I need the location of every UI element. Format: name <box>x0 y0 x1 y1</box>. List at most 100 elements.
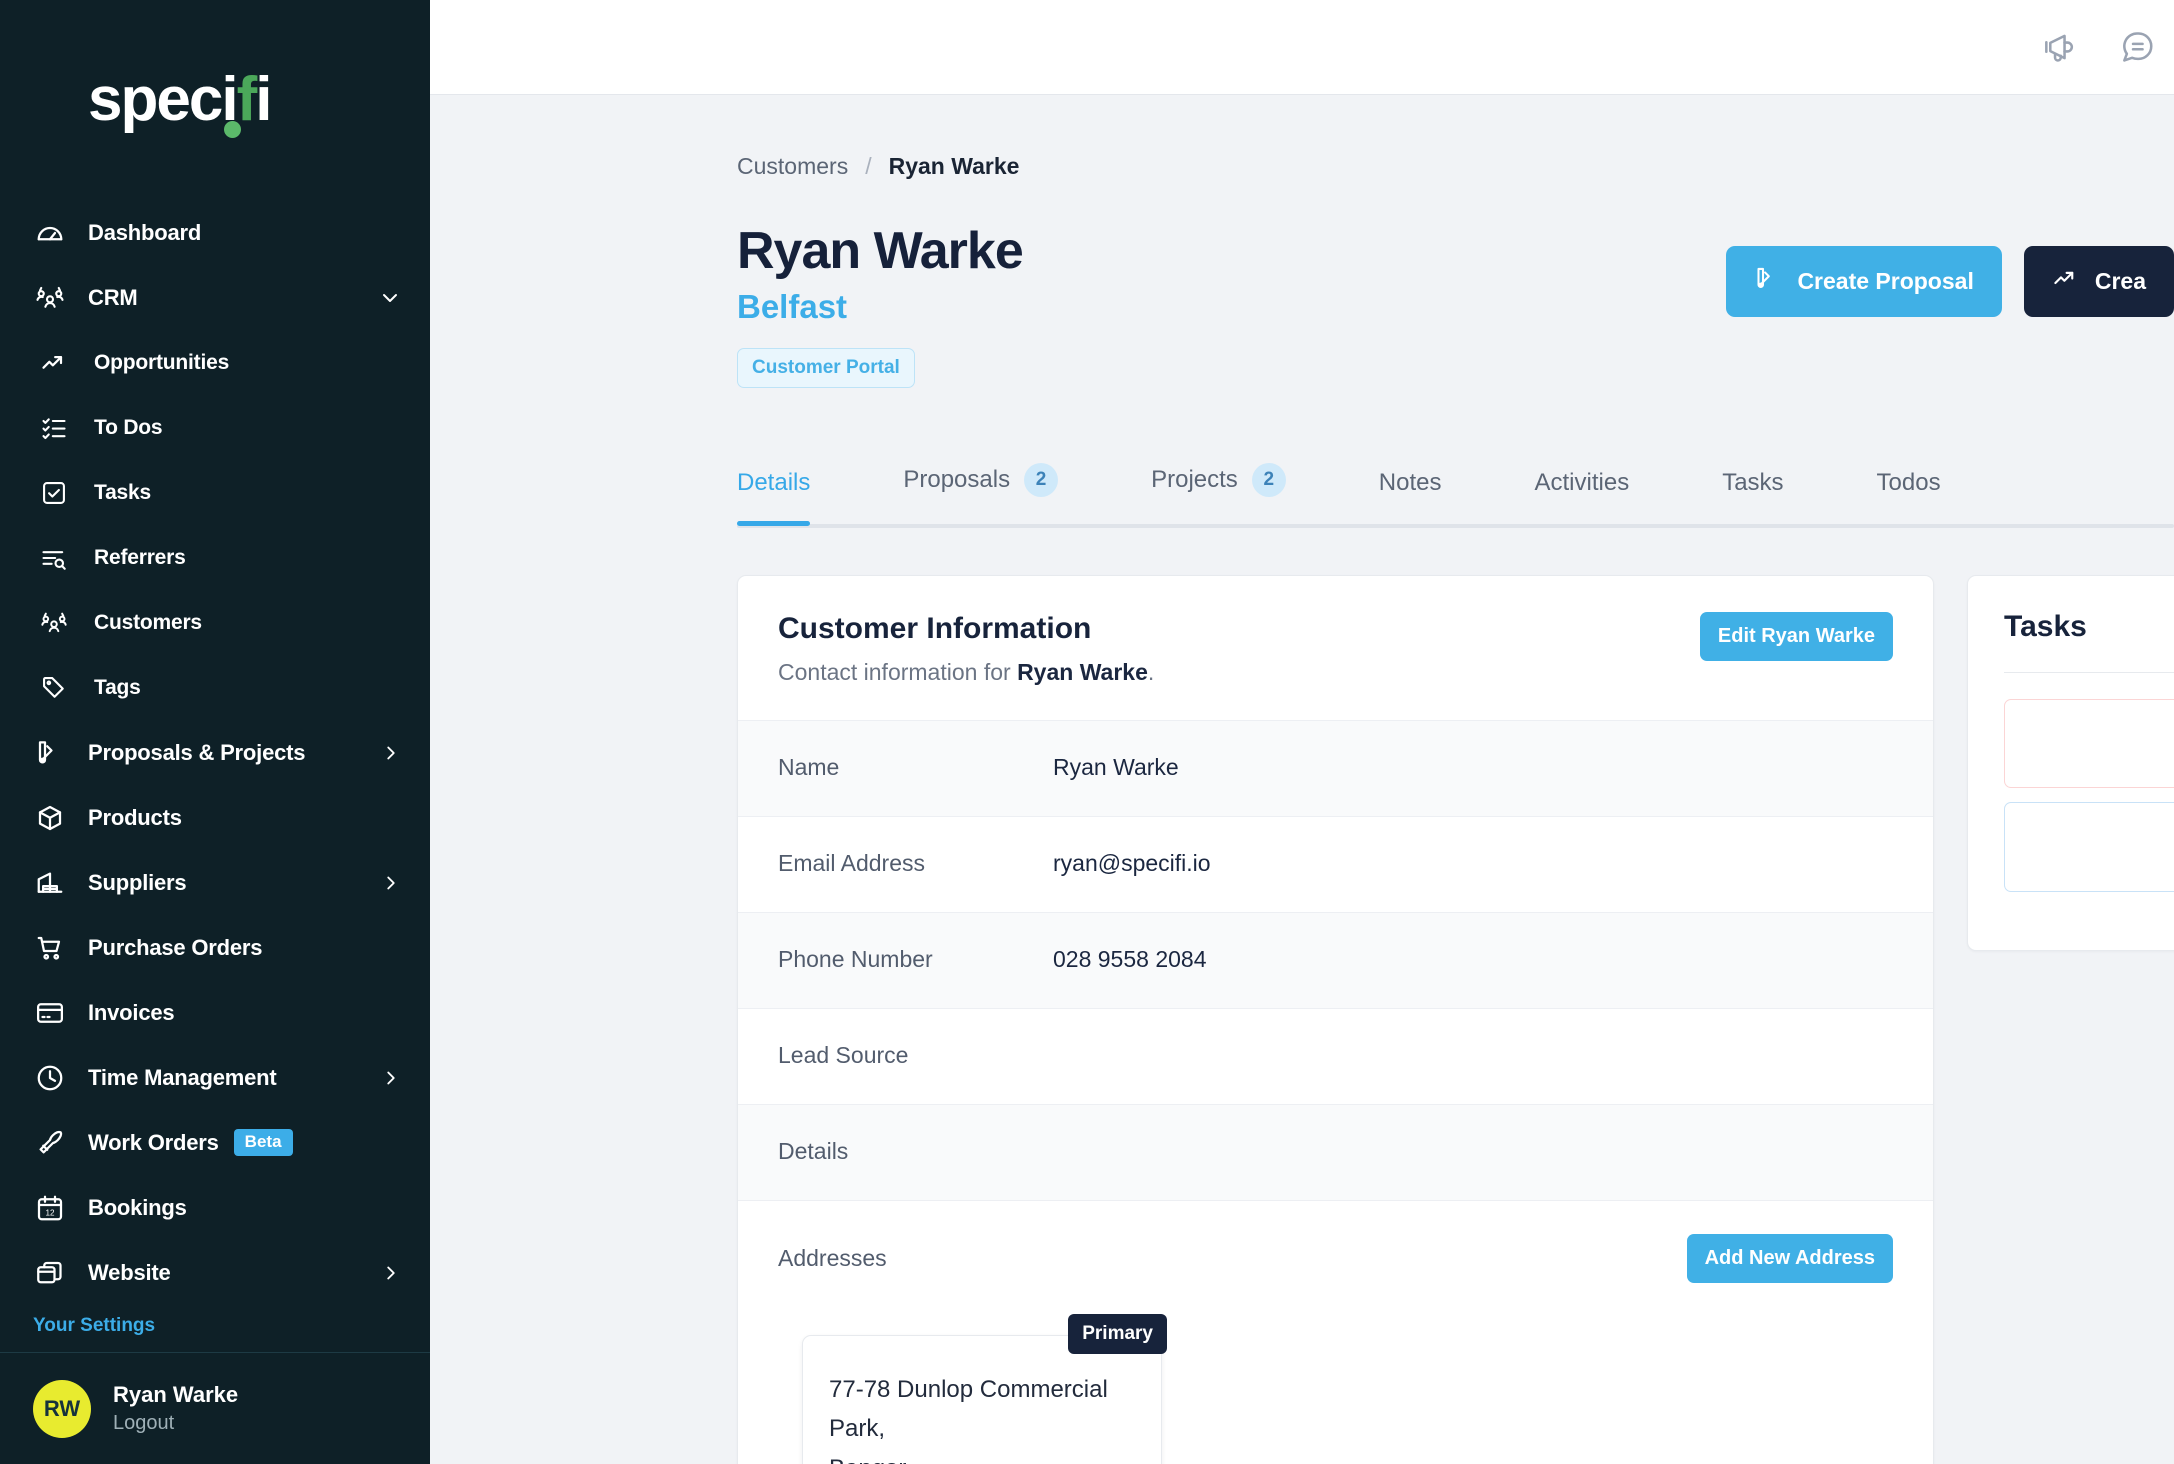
sidebar-item-label: Work Orders <box>88 1129 219 1155</box>
logo[interactable]: speci fi <box>0 0 430 200</box>
table-row: Name Ryan Warke <box>738 719 1933 816</box>
logout-link[interactable]: Logout <box>113 1410 238 1437</box>
breadcrumb-current: Ryan Warke <box>888 153 1020 179</box>
tab-label: Notes <box>1378 468 1442 496</box>
user-info: Ryan Warke Logout <box>113 1380 238 1437</box>
tab-label: Details <box>737 468 811 496</box>
tab-label: Projects <box>1151 465 1238 493</box>
megaphone-icon[interactable] <box>2040 28 2078 66</box>
sidebar-item-time-management[interactable]: Time Management <box>0 1045 430 1110</box>
create-proposal-button[interactable]: Create Proposal <box>1726 246 2002 317</box>
breadcrumb-customers[interactable]: Customers <box>737 153 848 180</box>
sidebar-item-label: Tags <box>94 675 141 699</box>
swatches-icon <box>33 736 67 770</box>
sidebar-item-products[interactable]: Products <box>0 785 430 850</box>
credit-card-icon <box>33 996 67 1030</box>
card-desc-prefix: Contact information for <box>778 658 1018 685</box>
tabs-container: Details Proposals 2 Projects 2 Notes Act <box>430 388 2174 526</box>
row-key: Details <box>778 1137 849 1164</box>
sidebar-item-todos[interactable]: To Dos <box>0 395 430 460</box>
addresses-row: Addresses Add New Address Primary 77-78 … <box>738 1199 1933 1464</box>
card-header-text: Customer Information Contact information… <box>778 612 1154 686</box>
row-value: ryan@specifi.io <box>1053 849 1211 876</box>
your-settings-label[interactable]: Your Settings <box>0 1305 430 1349</box>
create-opportunity-button[interactable]: Crea <box>2023 246 2174 317</box>
sidebar-item-suppliers[interactable]: Suppliers <box>0 850 430 915</box>
sidebar-item-bookings[interactable]: 12 Bookings <box>0 1175 430 1240</box>
sidebar-item-tags[interactable]: Tags <box>0 655 430 720</box>
sidebar-item-purchase-orders[interactable]: Purchase Orders <box>0 915 430 980</box>
sidebar-item-customers[interactable]: Customers <box>0 590 430 655</box>
header-actions: Create Proposal Crea <box>1726 224 2174 317</box>
create-proposal-label: Create Proposal <box>1797 268 1974 294</box>
sidebar-item-label: Opportunities <box>94 350 230 374</box>
sidebar-item-label: Dashboard <box>88 219 202 245</box>
sidebar-item-label: Products <box>88 804 182 830</box>
row-value: 028 9558 2084 <box>1053 945 1207 972</box>
sidebar-item-label: Bookings <box>88 1194 187 1220</box>
checkbox-icon <box>38 477 70 509</box>
stat-count: 0 <box>2025 817 2174 846</box>
sidebar-user[interactable]: RW Ryan Warke Logout <box>0 1352 430 1464</box>
sidebar-item-label: Website <box>88 1259 171 1285</box>
box-icon <box>33 801 67 835</box>
tab-notes[interactable]: Notes <box>1379 469 1442 524</box>
address-card[interactable]: Primary 77-78 Dunlop Commercial Park, Ba… <box>802 1313 1167 1464</box>
tab-activities[interactable]: Activities <box>1535 469 1630 524</box>
status-badge: Beta <box>233 1129 293 1156</box>
breadcrumb: Customers / Ryan Warke <box>430 95 2174 180</box>
table-row: Phone Number 028 9558 2084 <box>738 911 1933 1008</box>
main-area: Customers / Ryan Warke Ryan Warke Belfas… <box>430 0 2174 1464</box>
sidebar-item-label: Customers <box>94 610 202 634</box>
tabs: Details Proposals 2 Projects 2 Notes Act <box>737 462 2174 526</box>
sidebar-item-invoices[interactable]: Invoices <box>0 980 430 1045</box>
chevron-right-icon[interactable] <box>380 872 402 894</box>
chevron-down-icon[interactable] <box>378 286 402 310</box>
sidebar-item-crm[interactable]: CRM <box>0 265 430 330</box>
stat-in-progress[interactable]: 0 In Progress <box>2004 802 2174 892</box>
sidebar-item-opportunities[interactable]: Opportunities <box>0 330 430 395</box>
trending-up-icon <box>38 347 70 379</box>
tab-details[interactable]: Details <box>737 468 811 526</box>
sidebar-item-website[interactable]: Website <box>0 1240 430 1305</box>
stat-delayed[interactable]: 0 Delayed <box>2004 698 2174 789</box>
logo-text: speci fi <box>88 69 272 138</box>
tasks-panel: Tasks 0 Delayed 0 In Progress <box>1967 574 2174 951</box>
address-line: Bangor, <box>829 1449 1135 1464</box>
edit-customer-button[interactable]: Edit Ryan Warke <box>1699 611 1893 661</box>
stat-label: In Progress <box>2025 846 2174 875</box>
sidebar-item-tasks[interactable]: Tasks <box>0 460 430 525</box>
sidebar-item-label: Tasks <box>94 480 151 504</box>
add-new-address-button[interactable]: Add New Address <box>1686 1233 1893 1283</box>
tag-icon <box>38 672 70 704</box>
trending-up-icon <box>2052 265 2079 298</box>
sidebar-item-work-orders[interactable]: Work Orders Beta <box>0 1110 430 1175</box>
customer-information-card: Customer Information Contact information… <box>737 574 1934 1464</box>
chevron-right-icon[interactable] <box>380 1262 402 1284</box>
logo-part-i: i <box>221 65 242 138</box>
sidebar-item-referrers[interactable]: Referrers <box>0 525 430 590</box>
sidebar-item-label: Proposals & Projects <box>88 739 306 765</box>
chevron-right-icon[interactable] <box>380 1067 402 1089</box>
sidebar-item-dashboard[interactable]: Dashboard <box>0 200 430 265</box>
user-name: Ryan Warke <box>113 1382 239 1408</box>
tab-todos[interactable]: Todos <box>1877 469 1941 524</box>
sidebar-item-label: CRM <box>88 284 138 310</box>
tab-label: Proposals <box>903 465 1011 493</box>
row-key: Addresses <box>778 1244 887 1271</box>
sidebar-item-label: Invoices <box>88 999 175 1025</box>
sidebar-item-label: Referrers <box>94 545 186 569</box>
card-header: Customer Information Contact information… <box>738 576 1933 720</box>
customer-portal-badge[interactable]: Customer Portal <box>737 347 915 388</box>
chat-message-icon[interactable] <box>2118 28 2156 66</box>
tab-projects[interactable]: Projects 2 <box>1151 462 1286 524</box>
logo-dot <box>224 121 242 138</box>
sidebar-item-label: Suppliers <box>88 869 187 895</box>
chevron-right-icon[interactable] <box>380 742 402 764</box>
row-value: Ryan Warke <box>1053 753 1179 780</box>
card-desc-suffix: . <box>1147 658 1155 685</box>
tab-tasks[interactable]: Tasks <box>1722 469 1783 524</box>
stat-label: Delayed <box>2025 742 2174 771</box>
sidebar-item-proposals-projects[interactable]: Proposals & Projects <box>0 720 430 785</box>
tab-proposals[interactable]: Proposals 2 <box>903 462 1059 524</box>
